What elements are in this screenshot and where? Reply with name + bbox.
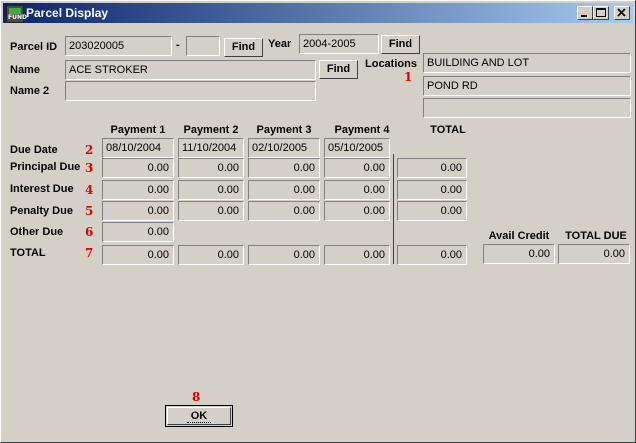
due-date-payment-2: 11/10/2004	[178, 138, 244, 158]
col-header-payment-4: Payment 4	[334, 124, 390, 136]
marker-7: 7	[85, 246, 94, 260]
location-line-3[interactable]	[423, 98, 631, 118]
name2-label: Name 2	[10, 85, 50, 97]
col-header-payment-2: Payment 2	[183, 124, 239, 136]
name2-field[interactable]	[65, 81, 316, 101]
marker-3: 3	[85, 161, 94, 175]
row-label-interest-due: Interest Due	[10, 183, 74, 195]
penalty-total: 0.00	[397, 201, 467, 221]
minimize-button[interactable]	[577, 6, 593, 20]
total-total: 0.00	[397, 245, 467, 265]
close-button[interactable]	[614, 6, 630, 20]
name-label: Name	[10, 64, 40, 76]
interest-payment-2: 0.00	[178, 180, 244, 200]
parcel-display-window: FUND Parcel Display Parcel ID 203020005 …	[0, 0, 636, 443]
penalty-payment-4: 0.00	[324, 201, 390, 221]
maximize-icon	[596, 8, 606, 17]
locations-label: Locations	[365, 58, 417, 70]
total-payment-2: 0.00	[178, 245, 244, 265]
penalty-payment-1: 0.00	[102, 201, 174, 221]
principal-payment-4: 0.00	[324, 158, 390, 178]
find-year-button[interactable]: Find	[381, 35, 420, 54]
marker-8: 8	[192, 390, 201, 404]
other-payment-1: 0.00	[102, 222, 174, 242]
year-field[interactable]: 2004-2005	[299, 34, 379, 54]
find-parcel-button[interactable]: Find	[224, 38, 263, 57]
parcel-suffix-field[interactable]	[186, 36, 220, 56]
row-label-due-date: Due Date	[10, 144, 58, 156]
col-header-total: TOTAL	[430, 124, 466, 136]
maximize-button[interactable]	[593, 6, 609, 20]
row-label-penalty-due: Penalty Due	[10, 205, 73, 217]
name-field[interactable]: ACE STROKER	[65, 60, 316, 80]
location-line-1[interactable]: BUILDING AND LOT	[423, 53, 631, 73]
parcel-id-field[interactable]: 203020005	[65, 36, 172, 56]
find-name-button[interactable]: Find	[319, 60, 358, 79]
total-payment-3: 0.00	[248, 245, 320, 265]
principal-payment-1: 0.00	[102, 158, 174, 178]
location-line-2[interactable]: POND RD	[423, 76, 631, 96]
parcel-separator: -	[176, 39, 180, 51]
app-icon: FUND	[6, 5, 27, 23]
total-due-field: 0.00	[558, 244, 630, 264]
minimize-icon	[581, 15, 587, 17]
row-label-other-due: Other Due	[10, 226, 64, 238]
marker-2: 2	[85, 143, 94, 157]
marker-1: 1	[404, 70, 413, 84]
avail-credit-label: Avail Credit	[488, 230, 550, 242]
marker-6: 6	[85, 225, 94, 239]
penalty-payment-2: 0.00	[178, 201, 244, 221]
interest-payment-4: 0.00	[324, 180, 390, 200]
col-header-payment-3: Payment 3	[256, 124, 312, 136]
due-date-payment-1: 08/10/2004	[102, 138, 174, 158]
principal-total: 0.00	[397, 158, 467, 178]
col-header-payment-1: Payment 1	[110, 124, 166, 136]
total-due-label: TOTAL DUE	[565, 230, 627, 242]
interest-payment-3: 0.00	[248, 180, 320, 200]
year-label: Year	[268, 38, 292, 50]
principal-payment-3: 0.00	[248, 158, 320, 178]
ok-label: OK	[186, 410, 212, 423]
total-divider	[393, 154, 394, 264]
title-bar: FUND Parcel Display	[3, 3, 633, 23]
close-icon	[617, 8, 626, 17]
due-date-payment-4: 05/10/2005	[324, 138, 390, 158]
due-date-payment-3: 02/10/2005	[248, 138, 320, 158]
marker-5: 5	[85, 204, 94, 218]
app-icon-label: FUND	[8, 14, 27, 21]
row-label-total: TOTAL	[10, 247, 46, 259]
row-label-principal-due: Principal Due	[10, 161, 81, 173]
window-title: Parcel Display	[26, 6, 109, 20]
marker-4: 4	[85, 183, 94, 197]
interest-payment-1: 0.00	[102, 180, 174, 200]
ok-button[interactable]: OK	[165, 405, 233, 427]
parcel-id-label: Parcel ID	[10, 41, 58, 53]
interest-total: 0.00	[397, 180, 467, 200]
principal-payment-2: 0.00	[178, 158, 244, 178]
total-payment-1: 0.00	[102, 245, 174, 265]
total-payment-4: 0.00	[324, 245, 390, 265]
penalty-payment-3: 0.00	[248, 201, 320, 221]
avail-credit-field: 0.00	[483, 244, 555, 264]
ok-button-face: OK	[167, 407, 231, 425]
